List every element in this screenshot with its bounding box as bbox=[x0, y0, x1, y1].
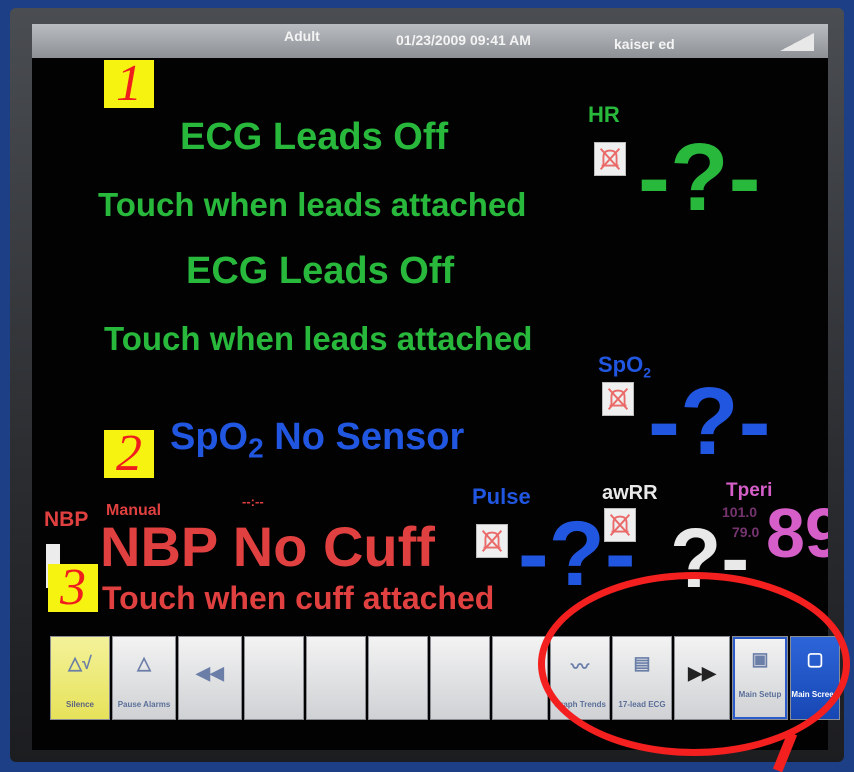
spo2-alarm-off-icon[interactable] bbox=[602, 382, 634, 416]
ecg-leads-off-title-2[interactable]: ECG Leads Off bbox=[186, 250, 454, 293]
tperi-value[interactable]: 89.8 bbox=[766, 498, 828, 568]
spo2-no-sensor-alert[interactable]: SpO2 No Sensor bbox=[170, 416, 464, 465]
empty-toolbar-slot-4[interactable] bbox=[430, 636, 490, 720]
user-name: kaiser ed bbox=[614, 36, 675, 52]
ecg-leads-off-subtitle-1[interactable]: Touch when leads attached bbox=[98, 186, 526, 224]
tperi-lower-limit: 79.0 bbox=[732, 524, 760, 540]
hr-value[interactable]: -?- bbox=[638, 130, 761, 226]
empty-toolbar-slot-2[interactable] bbox=[306, 636, 366, 720]
spo2-label: SpO2 bbox=[598, 352, 652, 381]
callout-2: 2 bbox=[104, 428, 154, 480]
callout-1: 1 bbox=[104, 58, 154, 110]
rewind-icon: ◀◀ bbox=[196, 663, 224, 683]
empty-toolbar-slot-3[interactable] bbox=[368, 636, 428, 720]
nbp-dashes: --:-- bbox=[242, 494, 264, 509]
annotation-ring bbox=[538, 572, 850, 756]
nbp-no-cuff-title[interactable]: NBP No Cuff bbox=[100, 514, 435, 579]
spo2-value[interactable]: -?- bbox=[648, 374, 771, 470]
awrr-label: awRR bbox=[602, 482, 658, 504]
callout-3: 3 bbox=[48, 562, 98, 614]
pause-alarms-button[interactable]: △ Pause Alarms bbox=[112, 636, 176, 720]
pulse-alarm-off-icon[interactable] bbox=[476, 524, 508, 558]
tperi-upper-limit: 101.0 bbox=[722, 504, 758, 520]
status-bar: Adult 01/23/2009 09:41 AM kaiser ed bbox=[32, 24, 828, 58]
hr-alarm-off-icon[interactable] bbox=[594, 142, 626, 176]
bell-outline-icon: △ bbox=[137, 653, 151, 673]
awrr-alarm-off-icon[interactable] bbox=[604, 508, 636, 542]
ecg-leads-off-title-1[interactable]: ECG Leads Off bbox=[180, 116, 448, 159]
signal-strength-icon bbox=[780, 33, 814, 51]
hr-label: HR bbox=[588, 102, 620, 127]
silence-button[interactable]: △√ Silence bbox=[50, 636, 110, 720]
date-time: 01/23/2009 09:41 AM bbox=[396, 32, 531, 48]
empty-toolbar-slot-1[interactable] bbox=[244, 636, 304, 720]
patient-type: Adult bbox=[284, 28, 320, 44]
nbp-label: NBP bbox=[44, 508, 89, 531]
nbp-no-cuff-subtitle[interactable]: Touch when cuff attached bbox=[102, 580, 494, 617]
page-back-button[interactable]: ◀◀ bbox=[178, 636, 242, 720]
bell-check-icon: △√ bbox=[68, 653, 92, 673]
ecg-leads-off-subtitle-2[interactable]: Touch when leads attached bbox=[104, 320, 532, 358]
